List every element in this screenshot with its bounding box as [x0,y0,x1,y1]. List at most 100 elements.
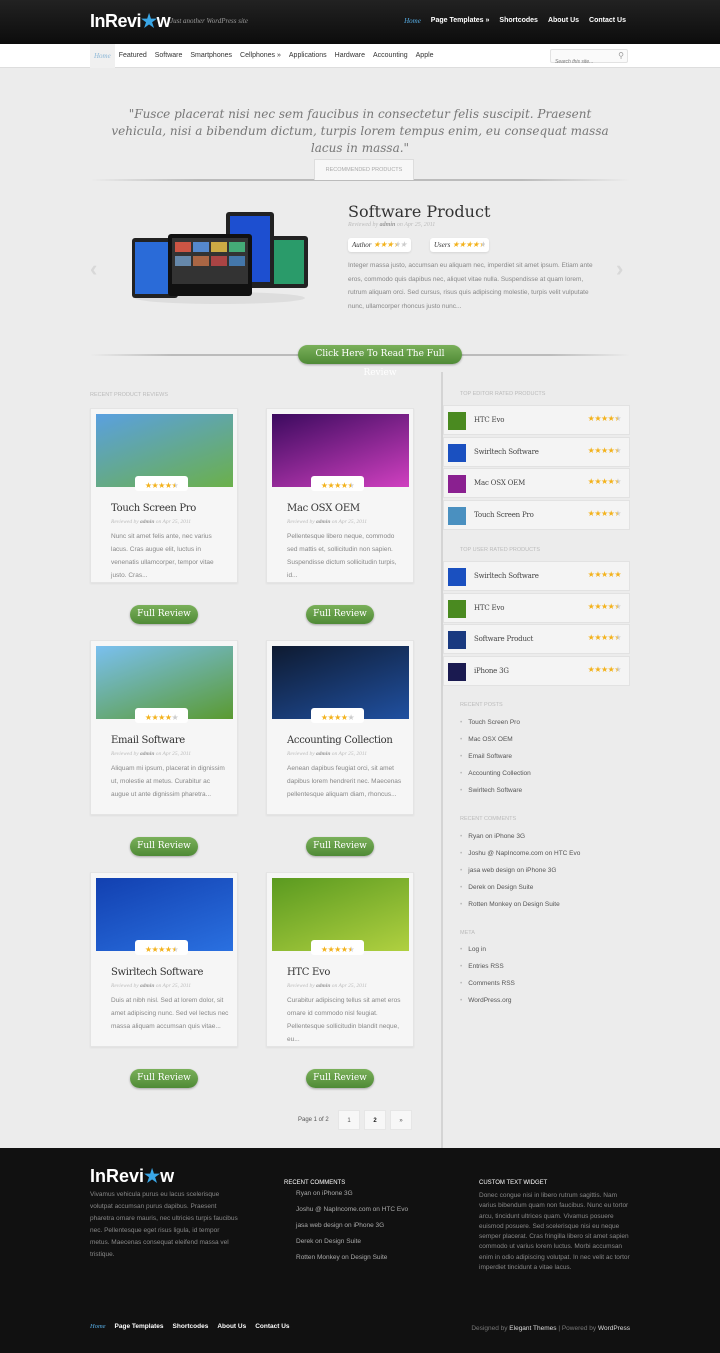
product-name[interactable]: HTC Evo [474,416,504,424]
next-page-link[interactable]: » [390,1110,412,1130]
rated-product-item[interactable]: Swirltech Software ★★★★★ [443,561,630,591]
cat-home[interactable]: Home [90,44,115,68]
featured-product-image[interactable] [130,210,310,305]
recent-posts-label: Recent Posts [460,702,503,708]
full-review-button[interactable]: Full Review [306,605,374,624]
review-title[interactable]: HTC Evo [287,967,330,978]
review-excerpt: Curabitur adipiscing tellus sit amet ero… [287,997,401,1043]
list-item[interactable]: Email Software [460,748,531,765]
list-item[interactable]: WordPress.org [460,992,515,1009]
rating-stars: ★★★★★ [587,601,622,611]
footer-widget-text: Donec congue nisi in libero rutrum sagit… [479,1192,630,1272]
meta-list: Log inEntries RSSComments RSSWordPress.o… [460,941,515,1009]
list-item[interactable]: Ryan on iPhone 3G [296,1186,408,1202]
product-name[interactable]: HTC Evo [474,604,504,612]
review-excerpt: Aliquam mi ipsum, placerat in dignissim … [111,765,225,798]
rated-product-item[interactable]: HTC Evo ★★★★★ [443,592,630,623]
review-title[interactable]: Swirltech Software [111,967,203,978]
review-title[interactable]: Accounting Collection [287,735,393,746]
meta-label: Meta [460,930,475,936]
cat-smartphones[interactable]: Smartphones [186,44,236,68]
full-review-button[interactable]: Full Review [306,1069,374,1088]
list-item[interactable]: Ryan on iPhone 3G [460,828,580,845]
nav-page-templates[interactable]: Page Templates » [431,17,490,25]
list-item[interactable]: Touch Screen Pro [460,714,531,731]
footer-about-text: Vivamus vehicula purus eu lacus sceleris… [90,1191,238,1258]
product-name[interactable]: Swirltech Software [474,448,539,456]
list-item[interactable]: Rotten Monkey on Design Suite [296,1250,408,1266]
product-name[interactable]: Mac OSX OEM [474,479,525,487]
rated-product-item[interactable]: Software Product ★★★★★ [443,624,630,654]
list-item[interactable]: Swirltech Software [460,782,531,799]
cat-applications[interactable]: Applications [285,44,331,68]
rated-product-item[interactable]: Touch Screen Pro ★★★★★ [443,499,630,530]
rated-product-item[interactable]: HTC Evo ★★★★★ [443,405,630,435]
product-name[interactable]: Touch Screen Pro [474,511,534,519]
product-name[interactable]: Software Product [474,635,533,643]
full-review-button[interactable]: Full Review [130,837,198,856]
slider-prev-arrow[interactable]: ‹ [90,256,97,282]
cat-featured[interactable]: Featured [115,44,151,68]
wordpress-link[interactable]: WordPress [598,1325,630,1332]
rated-product-item[interactable]: Swirltech Software ★★★★★ [443,436,630,467]
site-tagline: Just another WordPress site [170,17,248,25]
rating-stars: ★★★★★ [311,476,364,491]
review-title[interactable]: Mac OSX OEM [287,503,360,514]
rated-product-item[interactable]: Mac OSX OEM ★★★★★ [443,468,630,498]
footer-nav-home[interactable]: Home [90,1323,106,1330]
search-input[interactable] [551,56,611,68]
product-thumbnail [448,631,466,649]
read-full-review-button[interactable]: Click Here To Read The Full Review [298,345,462,378]
cat-hardware[interactable]: Hardware [331,44,369,68]
list-item[interactable]: Entries RSS [460,958,515,975]
nav-contact-us[interactable]: Contact Us [589,17,626,25]
footer-widget-heading: Custom Text Widget [479,1180,548,1186]
search-icon[interactable]: ⚲ [618,51,624,60]
list-item[interactable]: Comments RSS [460,975,515,992]
full-review-button[interactable]: Full Review [306,837,374,856]
review-meta: Reviewed by admin on Apr 25, 2011 [287,519,368,525]
cat-accounting[interactable]: Accounting [369,44,412,68]
page-2-current[interactable]: 2 [364,1110,386,1130]
list-item[interactable]: Derek on Design Suite [460,879,580,896]
review-meta: Reviewed by admin on Apr 25, 2011 [111,983,192,989]
product-name[interactable]: Swirltech Software [474,572,539,580]
review-card: ★★★★★ Swirltech Software Reviewed by adm… [90,872,238,1047]
cat-software[interactable]: Software [151,44,187,68]
full-review-button[interactable]: Full Review [130,1069,198,1088]
featured-title[interactable]: Software Product [348,202,490,221]
full-review-button[interactable]: Full Review [130,605,198,624]
review-title[interactable]: Email Software [111,735,185,746]
list-item[interactable]: Accounting Collection [460,765,531,782]
footer-nav-page-templates[interactable]: Page Templates [115,1323,164,1330]
elegant-themes-link[interactable]: Elegant Themes [509,1325,556,1332]
list-item[interactable]: Derek on Design Suite [296,1234,408,1250]
footer-nav-about-us[interactable]: About Us [217,1323,246,1330]
product-name[interactable]: iPhone 3G [474,667,509,675]
rating-stars: ★★★★★ [587,570,622,579]
footer-credit: Designed by Elegant Themes | Powered by … [471,1325,630,1332]
site-logo[interactable]: InRevi★w [90,11,171,32]
nav-about-us[interactable]: About Us [548,17,579,25]
list-item[interactable]: Joshu @ NapIncome.com on HTC Evo [460,845,580,862]
top-header: InRevi★w Just another WordPress site Hom… [0,0,720,44]
list-item[interactable]: Rotten Monkey on Design Suite [460,896,580,913]
footer-nav-contact-us[interactable]: Contact Us [255,1323,289,1330]
slider-next-arrow[interactable]: › [616,256,623,282]
list-item[interactable]: Log in [460,941,515,958]
review-excerpt: Pellentesque libero neque, commodo sed m… [287,533,397,579]
footer-nav-shortcodes[interactable]: Shortcodes [173,1323,209,1330]
list-item[interactable]: Joshu @ NapIncome.com on HTC Evo [296,1202,408,1218]
list-item[interactable]: jasa web design on iPhone 3G [460,862,580,879]
star-icon: ★ [141,11,157,31]
review-title[interactable]: Touch Screen Pro [111,503,196,514]
cat-apple[interactable]: Apple [412,44,438,68]
cat-cellphones[interactable]: Cellphones » [236,44,285,68]
list-item[interactable]: jasa web design on iPhone 3G [296,1218,408,1234]
footer-logo[interactable]: InRevi★w [90,1166,174,1187]
nav-shortcodes[interactable]: Shortcodes [499,17,538,25]
page-1-link[interactable]: 1 [338,1110,360,1130]
nav-home[interactable]: Home [404,17,421,25]
list-item[interactable]: Mac OSX OEM [460,731,531,748]
rated-product-item[interactable]: iPhone 3G ★★★★★ [443,655,630,686]
